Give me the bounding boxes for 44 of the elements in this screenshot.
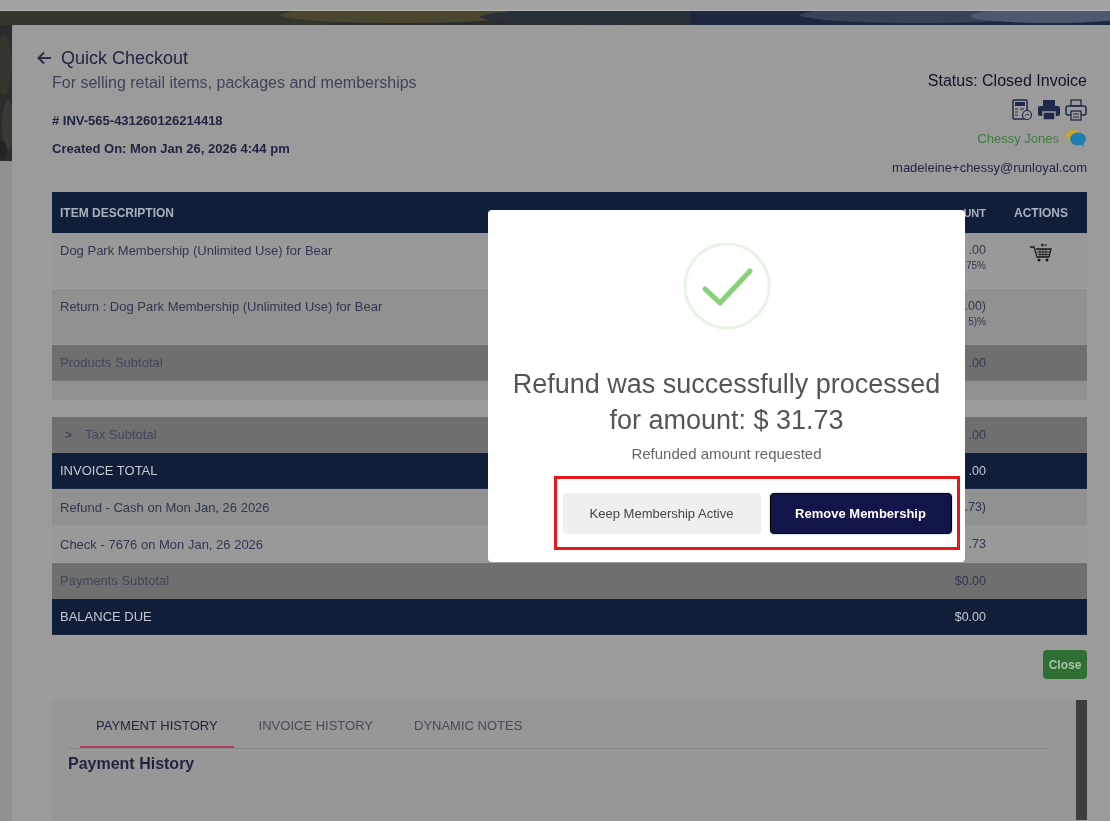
amount: .73) <box>964 500 986 514</box>
back-arrow-icon[interactable] <box>37 51 52 65</box>
tab[interactable]: PAYMENT HISTORY <box>80 700 234 748</box>
row-label: BALANCE DUE <box>59 609 152 624</box>
column-header: ACTIONS <box>1013 205 1069 220</box>
customer-email: madeleine+chessy@runloyal.com <box>892 160 1087 175</box>
close-button[interactable]: Close <box>1043 650 1087 679</box>
dialog-message: Refunded amount requested <box>631 445 822 462</box>
customer-name[interactable]: Chessy Jones <box>977 130 1059 146</box>
expand-toggle[interactable]: > <box>65 427 72 442</box>
page-subtitle: For selling retail items, packages and memberships <box>52 73 417 93</box>
row-label: Check - 7676 on Mon Jan, 26 2026 <box>59 536 264 552</box>
cart-icon[interactable] <box>1029 243 1053 263</box>
invoice-status: Status: Closed Invoice <box>927 71 1087 91</box>
fax-icon[interactable] <box>1065 99 1087 121</box>
amount: .00 <box>968 463 986 478</box>
column-header: ITEM DESCRIPTION <box>59 205 175 220</box>
created-date: Created On: Mon Jan 26, 2026 4:44 pm <box>52 141 291 157</box>
tax-rate: 75% <box>966 260 986 271</box>
amount: $0.00 <box>954 609 986 624</box>
tab[interactable]: INVOICE HISTORY <box>242 700 389 748</box>
keep-button[interactable]: Keep Membership Active <box>562 492 761 534</box>
row-label: INVOICE TOTAL <box>59 463 158 478</box>
row-label: Return : Dog Park Membership (Unlimited Use) for Bear <box>59 299 383 314</box>
invoice-number: # INV-565-431260126214418 <box>52 113 224 129</box>
section-title: Payment History <box>68 755 196 773</box>
printer-icon[interactable] <box>1037 99 1061 121</box>
dialog-title: Refund was successfully processed for amount: $ 31.73 <box>511 368 942 437</box>
column-header: UNT <box>962 206 987 219</box>
scrollbar[interactable] <box>1076 700 1087 820</box>
amount: .00 <box>968 243 986 257</box>
amount: .73 <box>968 537 986 551</box>
tab[interactable]: DYNAMIC NOTES <box>398 700 539 748</box>
remove-button[interactable]: Remove Membership <box>769 492 952 534</box>
checkmark-icon <box>682 242 771 330</box>
row-label: Refund - Cash on Mon Jan, 26 2026 <box>59 499 270 515</box>
tax-rate: 5)% <box>968 316 986 327</box>
invoice-icon[interactable] <box>1011 99 1033 121</box>
row-label: Dog Park Membership (Unlimited Use) for Bear <box>59 243 333 258</box>
amount: .00) <box>964 299 986 313</box>
page-title: Quick Checkout <box>61 47 189 69</box>
amount: .00 <box>968 427 986 442</box>
amount: .00 <box>968 355 986 370</box>
amount: $0.00 <box>954 573 986 588</box>
